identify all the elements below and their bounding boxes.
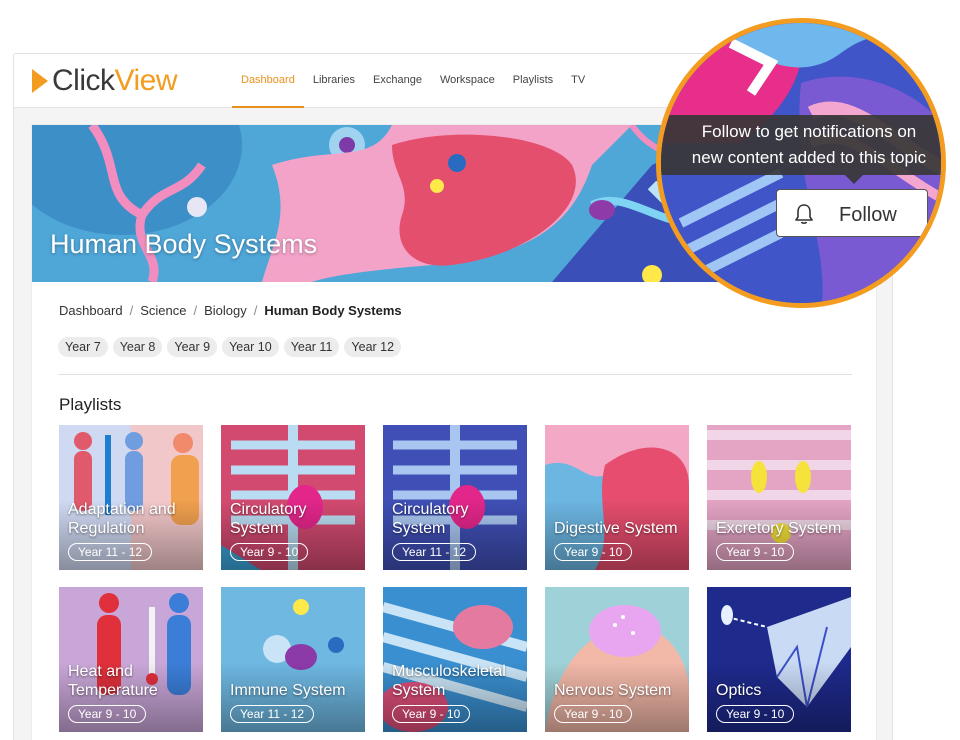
playlist-tile[interactable]: Circulatory System Year 11 - 12 [383, 425, 527, 570]
follow-tooltip: Follow to get notifications on new conte… [661, 115, 941, 175]
page-title: Human Body Systems [50, 229, 318, 259]
playlist-tile[interactable]: Optics Year 9 - 10 [707, 587, 851, 732]
section-divider [58, 374, 852, 375]
playlist-name: Musculoskeletal System [392, 663, 506, 699]
nav-playlists[interactable]: Playlists [504, 54, 562, 108]
playlist-name: Adaptation and Regulation [68, 501, 176, 537]
year-chip-12[interactable]: Year 12 [344, 337, 402, 357]
playlist-tile[interactable]: Excretory System Year 9 - 10 [707, 425, 851, 570]
playlists-heading: Playlists [59, 395, 122, 414]
year-badge: Year 11 - 12 [230, 705, 315, 723]
nav-tv[interactable]: TV [562, 54, 594, 108]
year-chip-8[interactable]: Year 8 [112, 337, 163, 357]
logo-wordmark: ClickView [52, 64, 177, 97]
year-filter-chips: Year 7 Year 8 Year 9 Year 10 Year 11 Yea… [58, 337, 402, 357]
playlist-name: Nervous System [554, 682, 672, 699]
playlist-name: Optics [716, 682, 762, 699]
nav-workspace[interactable]: Workspace [431, 54, 504, 108]
year-chip-7[interactable]: Year 7 [58, 337, 108, 357]
playlist-name: Circulatory System [230, 501, 307, 537]
year-badge: Year 11 - 12 [392, 543, 477, 561]
year-chip-9[interactable]: Year 9 [167, 337, 218, 357]
year-badge: Year 9 - 10 [716, 705, 795, 723]
tooltip-line-2: new content added to this topic [691, 148, 927, 167]
year-badge: Year 9 - 10 [716, 543, 795, 561]
playlist-tile[interactable]: Circulatory System Year 9 - 10 [221, 425, 365, 570]
year-badge: Year 9 - 10 [554, 543, 633, 561]
playlist-name: Excretory System [716, 520, 842, 537]
tooltip-line-1: Follow to get notifications on [701, 122, 917, 141]
breadcrumb-separator: / [193, 303, 198, 318]
follow-button-label: Follow [839, 204, 897, 226]
breadcrumb-separator: / [253, 303, 258, 318]
playlist-tile[interactable]: Digestive System Year 9 - 10 [545, 425, 689, 570]
year-badge: Year 9 - 10 [230, 543, 309, 561]
play-triangle-icon [32, 69, 48, 93]
year-badge: Year 9 - 10 [554, 705, 633, 723]
playlist-name: Heat and Temperature [68, 663, 158, 699]
breadcrumb-current: Human Body Systems [264, 303, 402, 318]
year-badge: Year 11 - 12 [68, 543, 153, 561]
nav-exchange[interactable]: Exchange [364, 54, 431, 108]
breadcrumb-separator: / [129, 303, 134, 318]
bell-icon [795, 204, 813, 224]
year-badge: Year 9 - 10 [392, 705, 471, 723]
playlist-tile[interactable]: Musculoskeletal System Year 9 - 10 [383, 587, 527, 732]
year-chip-11[interactable]: Year 11 [283, 337, 340, 357]
playlist-name: Circulatory System [392, 501, 469, 537]
year-chip-10[interactable]: Year 10 [222, 337, 279, 357]
year-badge: Year 9 - 10 [68, 705, 147, 723]
nav-libraries[interactable]: Libraries [304, 54, 364, 108]
tooltip-arrow [845, 175, 863, 184]
main-nav: Dashboard Libraries Exchange Workspace P… [232, 54, 594, 108]
playlist-tile[interactable]: Immune System Year 11 - 12 [221, 587, 365, 732]
follow-button[interactable]: Follow [776, 189, 928, 237]
playlist-tile[interactable]: Adaptation and Regulation Year 11 - 12 [59, 425, 203, 570]
playlist-name: Digestive System [554, 520, 678, 537]
magnified-follow-callout: Follow to get notifications on new conte… [656, 18, 946, 308]
nav-dashboard[interactable]: Dashboard [232, 54, 304, 108]
breadcrumb-biology[interactable]: Biology [204, 303, 247, 318]
breadcrumb: Dashboard / Science / Biology / Human Bo… [59, 303, 402, 318]
playlist-name: Immune System [230, 682, 346, 699]
breadcrumb-dashboard[interactable]: Dashboard [59, 303, 123, 318]
breadcrumb-science[interactable]: Science [140, 303, 186, 318]
playlist-tile[interactable]: Heat and Temperature Year 9 - 10 [59, 587, 203, 732]
playlist-tile[interactable]: Nervous System Year 9 - 10 [545, 587, 689, 732]
clickview-logo[interactable]: ClickView [32, 64, 177, 98]
